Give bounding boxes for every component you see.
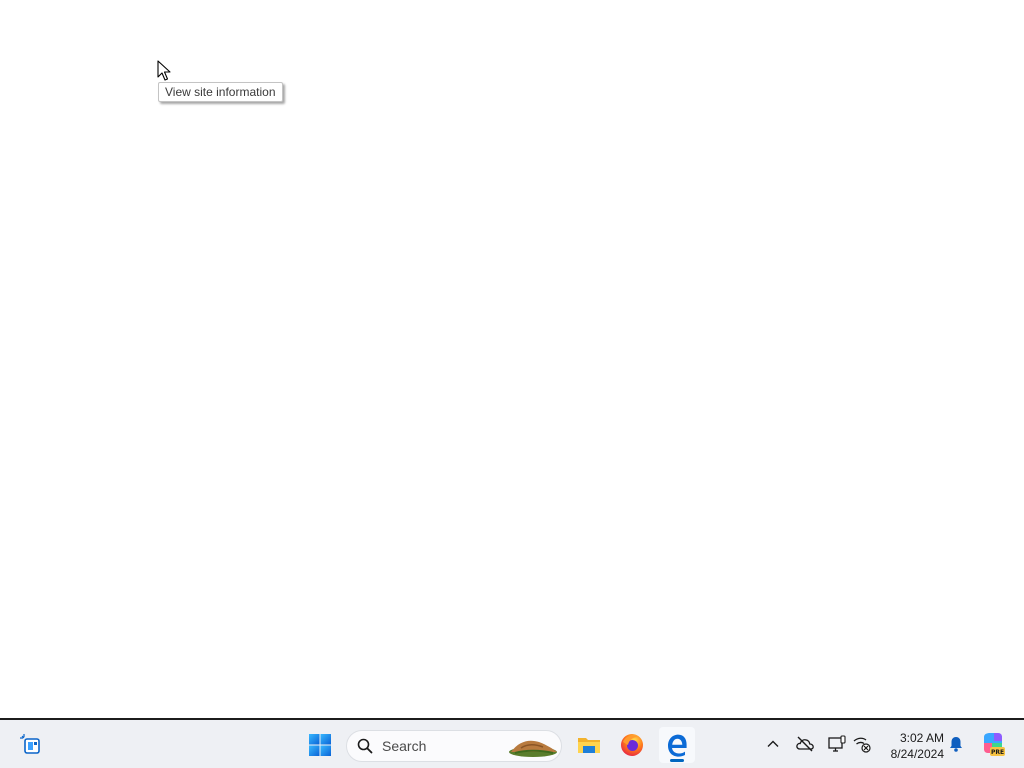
notifications-button[interactable] [946, 734, 966, 754]
taskbar-app-file-explorer[interactable] [571, 727, 607, 763]
copilot-pre-icon: PRE [984, 733, 1005, 756]
browser-viewport [0, 0, 1024, 718]
tooltip-text: View site information [165, 85, 276, 99]
network-disconnected-icon [853, 737, 871, 753]
edge-icon [668, 734, 687, 757]
onedrive-tray-button[interactable] [795, 734, 815, 754]
start-button[interactable] [302, 727, 338, 763]
search-placeholder: Search [382, 738, 427, 754]
copilot-button[interactable]: PRE [980, 731, 1006, 757]
taskbar: Search 3:02 AM 8/24/2024 PRE [0, 718, 1024, 768]
notification-bell-icon [950, 737, 962, 752]
site-info-tooltip: View site information [158, 82, 283, 102]
network-tray-button[interactable] [852, 734, 872, 754]
widgets-icon [20, 734, 40, 754]
clock-time: 3:02 AM [899, 731, 944, 745]
active-app-indicator [670, 759, 684, 762]
display-tray-button[interactable] [827, 734, 847, 754]
widgets-button[interactable] [13, 727, 49, 763]
chevron-up-icon [767, 740, 779, 747]
taskbar-app-edge[interactable] [659, 727, 695, 763]
taskbar-clock[interactable]: 3:02 AM 8/24/2024 [880, 730, 944, 762]
folder-icon [578, 738, 600, 753]
clock-date: 8/24/2024 [890, 747, 944, 761]
search-icon [357, 738, 373, 754]
mouse-cursor-icon [157, 60, 171, 81]
windows-start-icon [309, 734, 331, 756]
taskbar-search-box[interactable]: Search [346, 730, 562, 762]
display-icon [828, 735, 846, 752]
firefox-icon [621, 734, 643, 756]
copilot-badge-text: PRE [991, 749, 1004, 756]
show-hidden-icons-button[interactable] [763, 734, 783, 754]
search-highlight-image [509, 740, 557, 757]
onedrive-offline-icon [796, 736, 814, 752]
taskbar-app-firefox[interactable] [614, 727, 650, 763]
